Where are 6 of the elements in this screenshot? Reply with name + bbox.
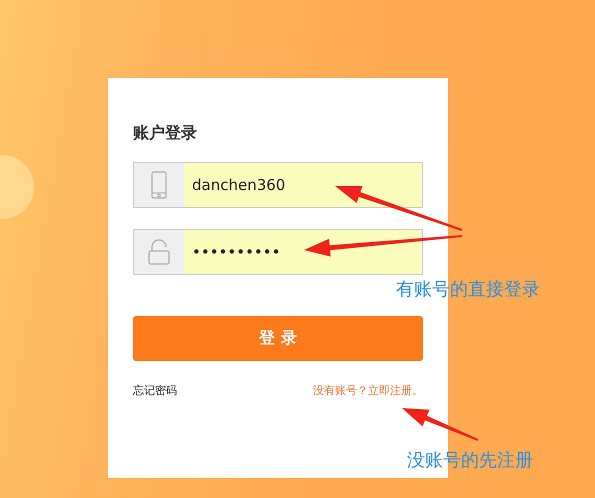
lock-icon <box>148 239 170 265</box>
input-field[interactable]: •••••••••• <box>133 229 423 275</box>
input-field[interactable]: danchen360 <box>133 162 423 208</box>
forgot-password-link[interactable]: 忘记密码 <box>133 383 177 398</box>
phone-icon <box>151 171 167 199</box>
card-title: 账户登录 <box>133 122 198 144</box>
